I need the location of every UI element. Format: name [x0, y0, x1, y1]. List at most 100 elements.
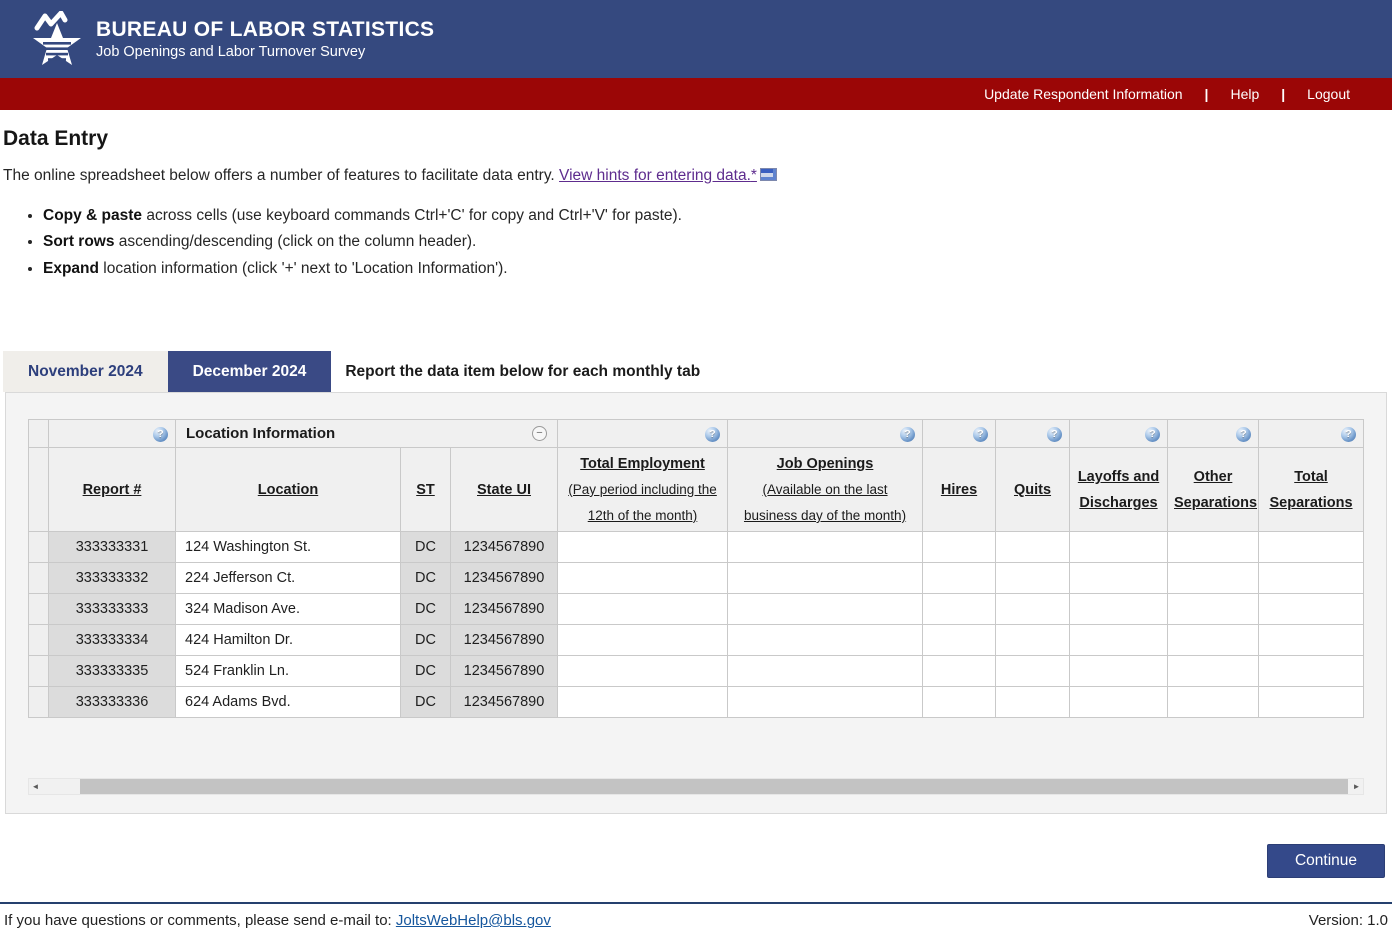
email-link[interactable]: JoltsWebHelp@bls.gov	[396, 912, 551, 929]
total-separations-entry-cell[interactable]	[1259, 532, 1364, 563]
other-separations-entry-cell[interactable]	[1168, 532, 1259, 563]
continue-button[interactable]: Continue	[1267, 844, 1385, 878]
quits-entry-cell[interactable]	[996, 532, 1070, 563]
list-item: Copy & paste across cells (use keyboard …	[43, 205, 1389, 227]
help-icon[interactable]: ?	[1047, 427, 1062, 442]
location-cell: 224 Jefferson Ct.	[176, 563, 401, 594]
row-handle	[29, 594, 49, 625]
column-header-quits[interactable]: Quits	[996, 448, 1070, 532]
state-cell: DC	[401, 687, 451, 718]
layoffs-discharges-entry-cell[interactable]	[1070, 687, 1168, 718]
hires-entry-cell[interactable]	[923, 656, 996, 687]
nav-separator: |	[1281, 86, 1285, 102]
column-header-hires[interactable]: Hires	[923, 448, 996, 532]
quits-entry-cell[interactable]	[996, 687, 1070, 718]
help-icon[interactable]: ?	[1236, 427, 1251, 442]
collapse-icon[interactable]: −	[532, 426, 547, 441]
job-openings-entry-cell[interactable]	[728, 532, 923, 563]
total-employment-entry-cell[interactable]	[558, 625, 728, 656]
job-openings-entry-cell[interactable]	[728, 563, 923, 594]
state-cell: DC	[401, 656, 451, 687]
handle-header-cell	[29, 448, 49, 532]
new-window-icon[interactable]	[760, 168, 777, 181]
job-openings-entry-cell[interactable]	[728, 687, 923, 718]
help-icon[interactable]: ?	[153, 427, 168, 442]
nav-separator: |	[1205, 86, 1209, 102]
total-employment-entry-cell[interactable]	[558, 687, 728, 718]
total-separations-entry-cell[interactable]	[1259, 656, 1364, 687]
other-separations-entry-cell[interactable]	[1168, 594, 1259, 625]
layoffs-discharges-entry-cell[interactable]	[1070, 625, 1168, 656]
other-separations-entry-cell[interactable]	[1168, 687, 1259, 718]
column-header-row: Report # Location ST State UI Total Empl…	[29, 448, 1364, 532]
page-title: Data Entry	[3, 127, 1389, 151]
month-tabbar: November 2024 December 2024 Report the d…	[3, 351, 1389, 392]
location-cell: 424 Hamilton Dr.	[176, 625, 401, 656]
column-header-other-separations[interactable]: Other Separations	[1168, 448, 1259, 532]
column-header-job-openings[interactable]: Job Openings (Available on the last busi…	[728, 448, 923, 532]
total-employment-entry-cell[interactable]	[558, 532, 728, 563]
help-icon[interactable]: ?	[973, 427, 988, 442]
report-cell: 333333331	[49, 532, 176, 563]
total-separations-entry-cell[interactable]	[1259, 563, 1364, 594]
horizontal-scrollbar[interactable]: ◄ ►	[28, 778, 1364, 795]
nav-logout[interactable]: Logout	[1307, 86, 1350, 102]
group-header-row: ? Location Information − ? ? ?	[29, 420, 1364, 448]
help-icon[interactable]: ?	[705, 427, 720, 442]
state-ui-cell: 1234567890	[451, 656, 558, 687]
total-separations-entry-cell[interactable]	[1259, 594, 1364, 625]
other-separations-entry-cell[interactable]	[1168, 656, 1259, 687]
tab-november-2024[interactable]: November 2024	[3, 351, 168, 392]
hires-entry-cell[interactable]	[923, 625, 996, 656]
other-separations-entry-cell[interactable]	[1168, 563, 1259, 594]
other-separations-group-cell: ?	[1168, 420, 1259, 448]
scrollbar-thumb[interactable]	[80, 779, 1348, 794]
nav-update-respondent-info[interactable]: Update Respondent Information	[984, 86, 1182, 102]
help-icon[interactable]: ?	[900, 427, 915, 442]
total-employment-entry-cell[interactable]	[558, 563, 728, 594]
job-openings-entry-cell[interactable]	[728, 656, 923, 687]
layoffs-discharges-entry-cell[interactable]	[1070, 594, 1168, 625]
state-cell: DC	[401, 594, 451, 625]
table-row: 333333335 524 Franklin Ln. DC 1234567890	[29, 656, 1364, 687]
layoffs-discharges-entry-cell[interactable]	[1070, 563, 1168, 594]
report-group-cell: ?	[49, 420, 176, 448]
nav-help[interactable]: Help	[1230, 86, 1259, 102]
quits-entry-cell[interactable]	[996, 656, 1070, 687]
quits-entry-cell[interactable]	[996, 594, 1070, 625]
location-cell: 524 Franklin Ln.	[176, 656, 401, 687]
location-information-label: Location Information	[186, 425, 335, 442]
help-icon[interactable]: ?	[1341, 427, 1356, 442]
column-header-st[interactable]: ST	[401, 448, 451, 532]
column-header-total-separations[interactable]: Total Separations	[1259, 448, 1364, 532]
total-separations-entry-cell[interactable]	[1259, 687, 1364, 718]
column-header-state-ui[interactable]: State UI	[451, 448, 558, 532]
column-header-layoffs-discharges[interactable]: Layoffs and Discharges	[1070, 448, 1168, 532]
quits-entry-cell[interactable]	[996, 625, 1070, 656]
total-employment-entry-cell[interactable]	[558, 656, 728, 687]
hires-entry-cell[interactable]	[923, 594, 996, 625]
job-openings-entry-cell[interactable]	[728, 594, 923, 625]
total-separations-entry-cell[interactable]	[1259, 625, 1364, 656]
column-header-report[interactable]: Report #	[49, 448, 176, 532]
state-ui-cell: 1234567890	[451, 625, 558, 656]
quits-entry-cell[interactable]	[996, 563, 1070, 594]
tab-december-2024[interactable]: December 2024	[168, 351, 332, 392]
report-cell: 333333335	[49, 656, 176, 687]
total-employment-entry-cell[interactable]	[558, 594, 728, 625]
layoffs-discharges-entry-cell[interactable]	[1070, 656, 1168, 687]
help-icon[interactable]: ?	[1145, 427, 1160, 442]
scroll-left-arrow[interactable]: ◄	[29, 779, 42, 794]
hires-entry-cell[interactable]	[923, 687, 996, 718]
column-header-location[interactable]: Location	[176, 448, 401, 532]
layoffs-discharges-entry-cell[interactable]	[1070, 532, 1168, 563]
column-header-total-employment[interactable]: Total Employment (Pay period including t…	[558, 448, 728, 532]
other-separations-entry-cell[interactable]	[1168, 625, 1259, 656]
hires-entry-cell[interactable]	[923, 563, 996, 594]
scroll-right-arrow[interactable]: ►	[1350, 779, 1363, 794]
page-footer: If you have questions or comments, pleas…	[0, 902, 1392, 937]
job-openings-entry-cell[interactable]	[728, 625, 923, 656]
hires-entry-cell[interactable]	[923, 532, 996, 563]
corner-cell	[29, 420, 49, 448]
view-hints-link[interactable]: View hints for entering data.*	[559, 167, 757, 184]
